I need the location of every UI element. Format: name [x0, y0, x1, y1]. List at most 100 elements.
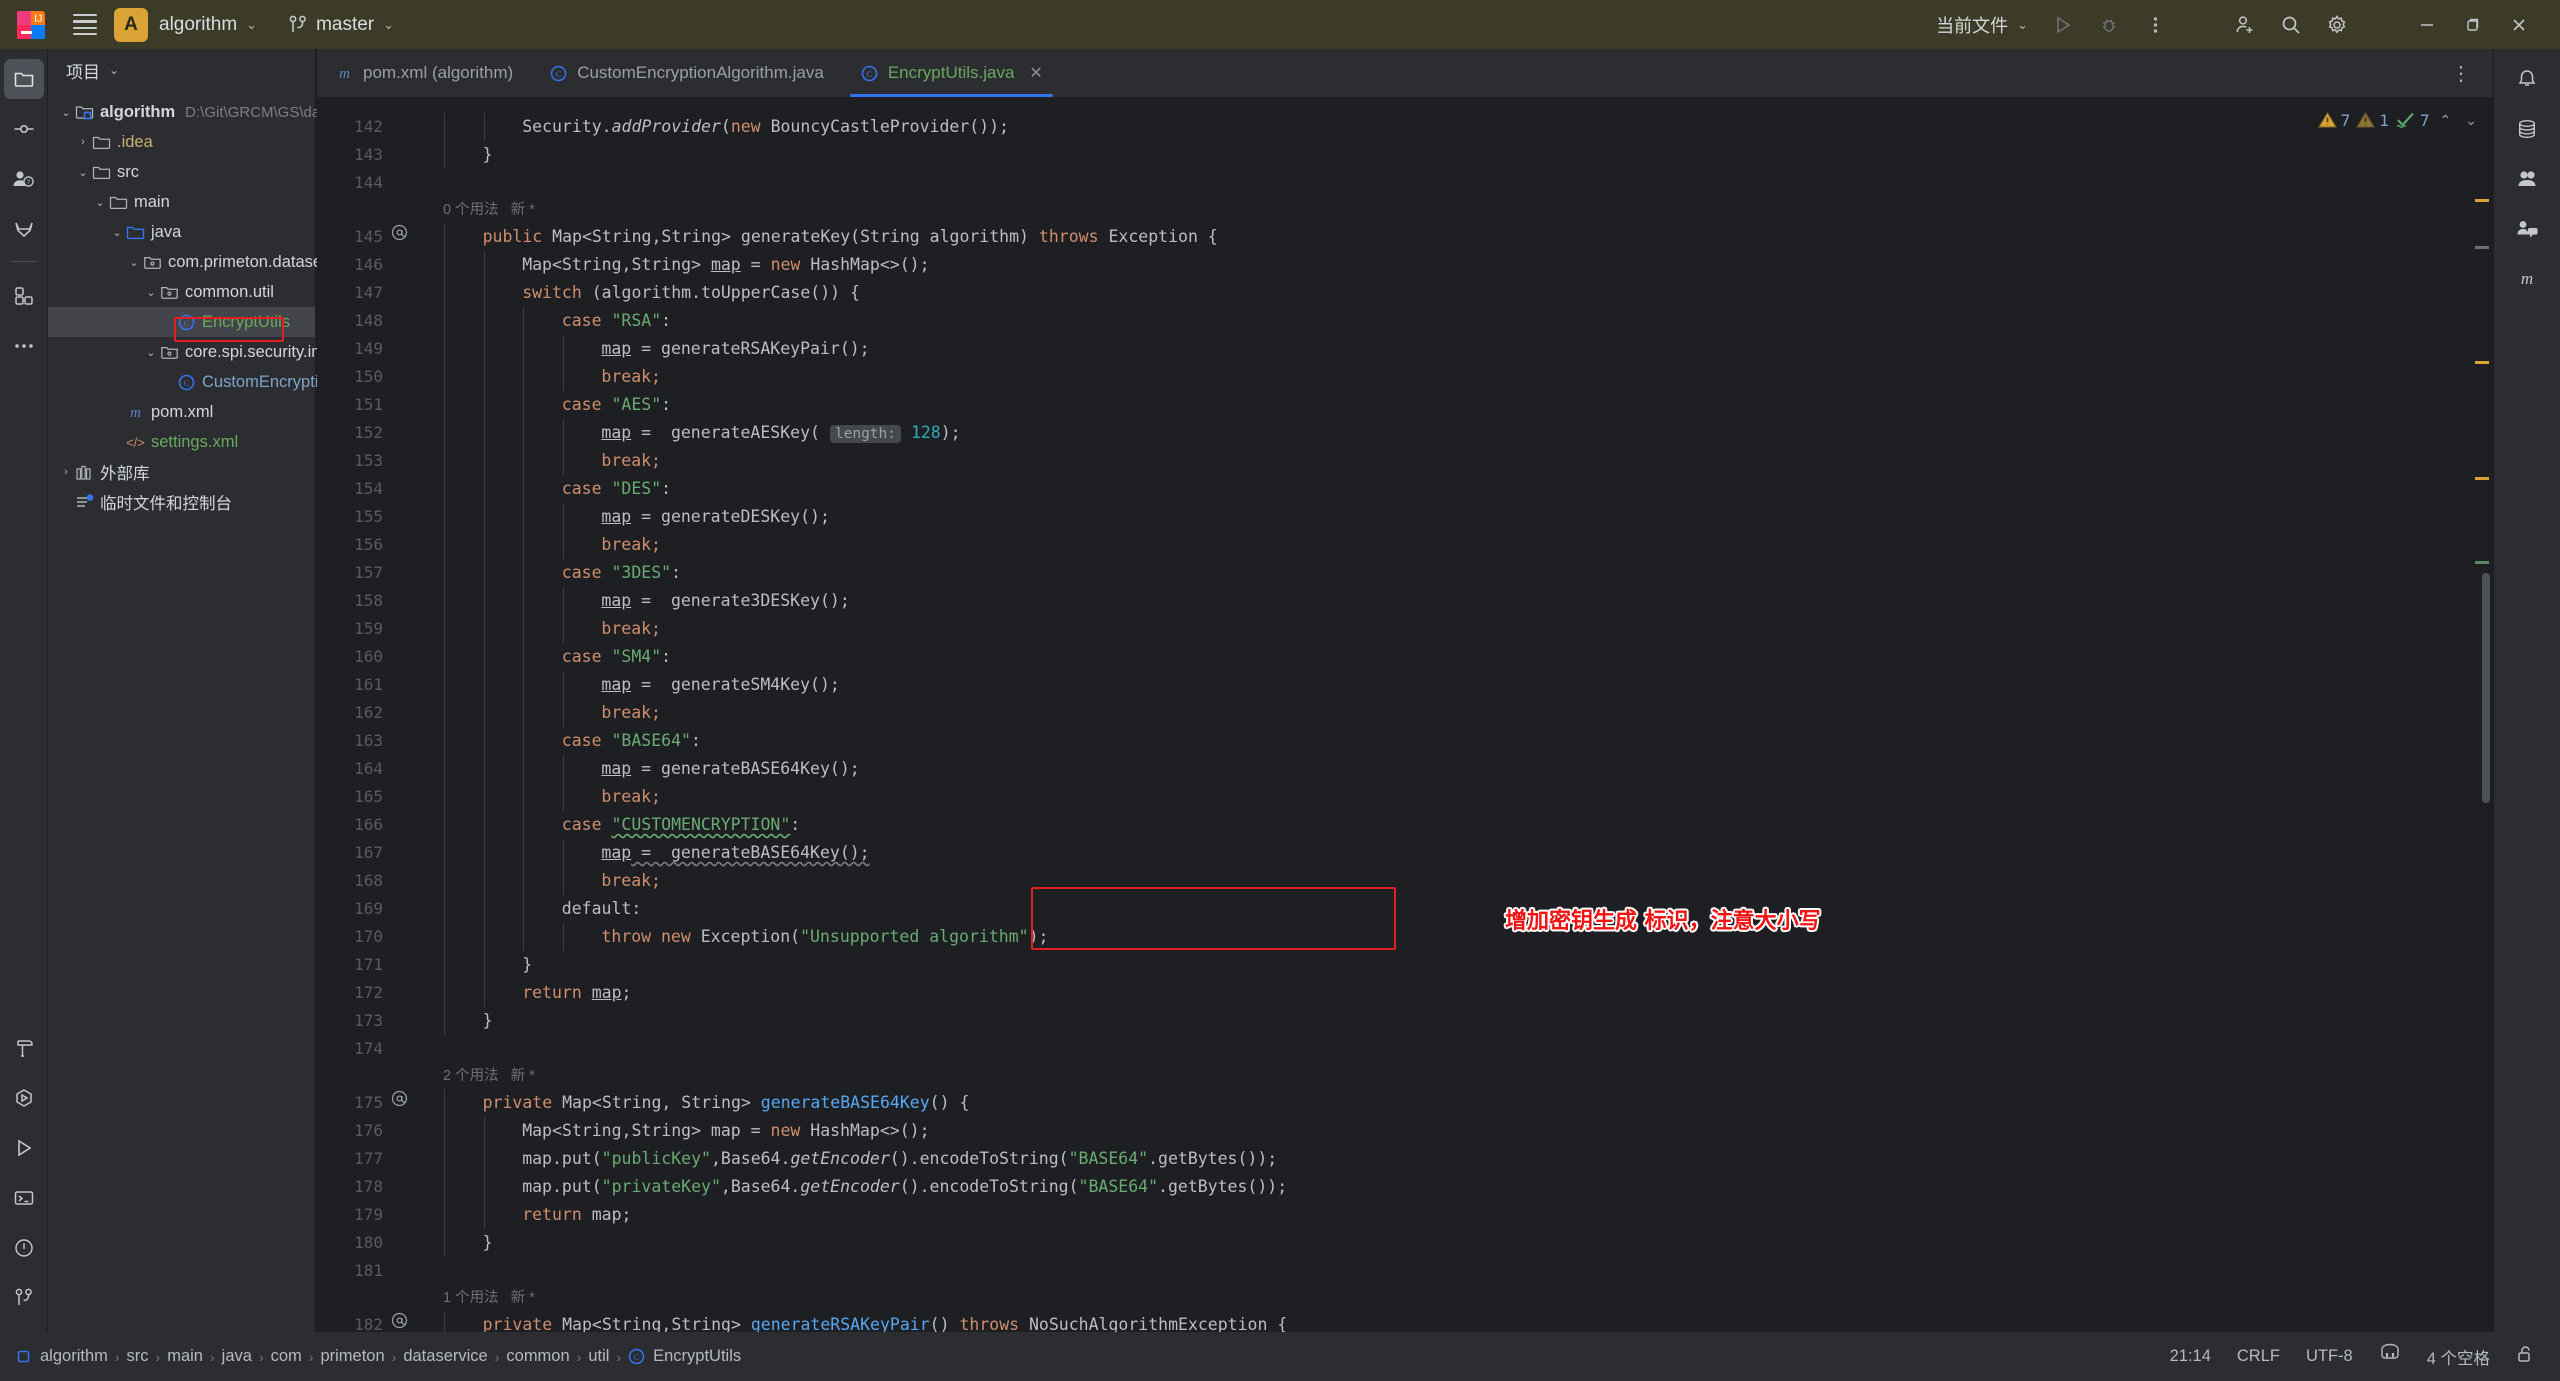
inspection-ok-indicator[interactable]: 7: [2395, 111, 2430, 130]
breadcrumb-item[interactable]: util: [581, 1347, 616, 1366]
code-line[interactable]: case "DES":: [562, 475, 671, 503]
tree-item--[interactable]: › 外部库: [48, 457, 315, 487]
editor-scrollbar[interactable]: [2471, 143, 2493, 1332]
close-icon[interactable]: [2496, 2, 2542, 48]
sidebar-item-plugins[interactable]: [4, 276, 44, 316]
tabs-more-icon[interactable]: ⋮: [2451, 61, 2493, 86]
branch-name[interactable]: master: [316, 14, 374, 36]
tree-item-customencryptionalgorithm[interactable]: C CustomEncryptionAlgorithm: [48, 367, 407, 397]
indent-icon[interactable]: [2379, 1343, 2401, 1369]
code-line[interactable]: }: [483, 1229, 493, 1257]
sidebar-item-run[interactable]: [4, 1128, 44, 1168]
code-line[interactable]: }: [483, 1007, 493, 1035]
scrollbar-marker[interactable]: [2475, 361, 2489, 364]
file-encoding[interactable]: UTF-8: [2306, 1347, 2353, 1366]
sidebar-item-project[interactable]: [3, 59, 44, 99]
code-line[interactable]: case "AES":: [562, 391, 671, 419]
tree-item-core-spi-security-impl[interactable]: ⌄ core.spi.security.impl: [48, 337, 337, 367]
code-editor[interactable]: 142 Security.addProvider(new BouncyCastle…: [317, 97, 2493, 1332]
scrollbar-thumb[interactable]: [2482, 573, 2490, 803]
tab-pom-xml-algorithm-[interactable]: m pom.xml (algorithm): [317, 49, 531, 97]
search-icon[interactable]: [2268, 2, 2314, 48]
tree-item--[interactable]: 临时文件和控制台: [48, 487, 315, 517]
branch-chevron-down-icon[interactable]: ⌄: [383, 17, 394, 33]
code-line[interactable]: map = generate3DESKey();: [601, 587, 849, 615]
scrollbar-marker[interactable]: [2475, 246, 2489, 249]
scrollbar-marker[interactable]: [2475, 561, 2489, 564]
code-line[interactable]: throw new Exception("Unsupported algorit…: [601, 923, 1048, 951]
code-line[interactable]: }: [483, 141, 493, 169]
chat-icon[interactable]: [2507, 209, 2547, 249]
code-line[interactable]: return map;: [522, 979, 631, 1007]
usage-hint[interactable]: 1 个用法新 *: [443, 1285, 535, 1311]
sidebar-item-gitlab[interactable]: [4, 209, 44, 249]
chevron-down-icon[interactable]: ⌄: [143, 286, 159, 299]
unlocked-icon[interactable]: [2516, 1344, 2536, 1369]
code-line[interactable]: case "BASE64":: [562, 727, 701, 755]
breadcrumb-item[interactable]: algorithm: [33, 1347, 115, 1366]
chevron-down-icon[interactable]: ⌄: [126, 256, 142, 269]
database-icon[interactable]: [2507, 109, 2547, 149]
tab-customencryptionalgorithm-java[interactable]: C CustomEncryptionAlgorithm.java: [531, 49, 842, 97]
code-line[interactable]: private Map<String, String> generateBASE…: [483, 1089, 970, 1117]
chevron-down-icon[interactable]: ⌄: [109, 226, 125, 239]
code-line[interactable]: map = generateRSAKeyPair();: [601, 335, 869, 363]
tab-close-icon[interactable]: ✕: [1029, 63, 1042, 83]
code-line[interactable]: map.put("privateKey",Base64.getEncoder()…: [522, 1173, 1287, 1201]
usage-hint[interactable]: 2 个用法新 *: [443, 1063, 535, 1089]
tree-item-settings-xml[interactable]: </> settings.xml: [48, 427, 315, 457]
tree-item-src[interactable]: ⌄ src: [48, 157, 315, 187]
code-line[interactable]: map = generateAESKey( length: 128);: [601, 419, 961, 447]
code-line[interactable]: map = generateDESKey();: [601, 503, 830, 531]
code-line[interactable]: }: [522, 951, 532, 979]
code-line[interactable]: Map<String,String> map = new HashMap<>()…: [522, 1117, 929, 1145]
code-line[interactable]: Security.addProvider(new BouncyCastlePro…: [522, 113, 1009, 141]
chevron-down-icon[interactable]: ⌄: [92, 196, 108, 209]
chevron-right-icon[interactable]: ›: [58, 466, 74, 478]
project-panel-header[interactable]: 项目 ⌄: [48, 49, 315, 91]
override-gutter-icon[interactable]: [391, 223, 408, 251]
override-gutter-icon[interactable]: [391, 1311, 408, 1332]
breadcrumb-item[interactable]: java: [215, 1347, 259, 1366]
breadcrumb-item[interactable]: com: [264, 1347, 309, 1366]
project-panel-chevron-down-icon[interactable]: ⌄: [109, 63, 119, 77]
tab-encryptutils-java[interactable]: C EncryptUtils.java ✕: [842, 49, 1061, 97]
sidebar-item-terminal[interactable]: [4, 1178, 44, 1218]
scrollbar-marker[interactable]: [2475, 199, 2489, 202]
sidebar-item-build[interactable]: [4, 1028, 44, 1068]
breadcrumb-item[interactable]: common: [499, 1347, 576, 1366]
weak-warnings-indicator[interactable]: 1: [2356, 111, 2389, 130]
code-line[interactable]: map = generateBASE64Key();: [601, 839, 869, 867]
code-line[interactable]: map = generateSM4Key();: [601, 671, 839, 699]
code-line[interactable]: map.put("publicKey",Base64.getEncoder().…: [522, 1145, 1277, 1173]
code-line[interactable]: case "3DES":: [562, 559, 681, 587]
run-icon[interactable]: [2040, 2, 2086, 48]
run-configuration-selector[interactable]: 当前文件 ⌄: [1936, 12, 2034, 38]
code-line[interactable]: return map;: [522, 1201, 631, 1229]
notifications-bell-icon[interactable]: [2507, 59, 2547, 99]
main-menu-icon[interactable]: [70, 10, 100, 40]
usage-hint[interactable]: 0 个用法新 *: [443, 197, 535, 223]
tree-item--idea[interactable]: › .idea: [48, 127, 315, 157]
project-name[interactable]: algorithm: [159, 14, 237, 36]
code-line[interactable]: public Map<String,String> generateKey(St…: [483, 223, 1218, 251]
tree-item-pom-xml[interactable]: m pom.xml: [48, 397, 315, 427]
breadcrumb-item[interactable]: dataservice: [396, 1347, 494, 1366]
chevron-right-icon[interactable]: ›: [75, 136, 91, 148]
sidebar-item-problems[interactable]: [4, 1228, 44, 1268]
breadcrumb-item[interactable]: EncryptUtils: [646, 1347, 748, 1366]
run-config-chevron-down-icon[interactable]: ⌄: [2017, 17, 2028, 33]
chevron-down-icon[interactable]: ⌄: [246, 17, 257, 33]
code-line[interactable]: break;: [601, 783, 661, 811]
chevron-down-icon[interactable]: ⌄: [58, 106, 74, 119]
sidebar-item-version-control[interactable]: [4, 1278, 44, 1318]
inspection-widget[interactable]: 7 1 7 ⌃ ⌄: [2317, 97, 2493, 143]
chevron-up-icon[interactable]: ⌃: [2436, 112, 2456, 129]
code-line[interactable]: case "CUSTOMENCRYPTION":: [562, 811, 800, 839]
code-line[interactable]: default:: [562, 895, 641, 923]
code-line[interactable]: break;: [601, 447, 661, 475]
warnings-indicator[interactable]: 7: [2317, 111, 2350, 130]
sidebar-item-more-tool-windows[interactable]: [4, 326, 44, 366]
indent-size[interactable]: 4 个空格: [2427, 1345, 2490, 1369]
override-gutter-icon[interactable]: [391, 1089, 408, 1117]
